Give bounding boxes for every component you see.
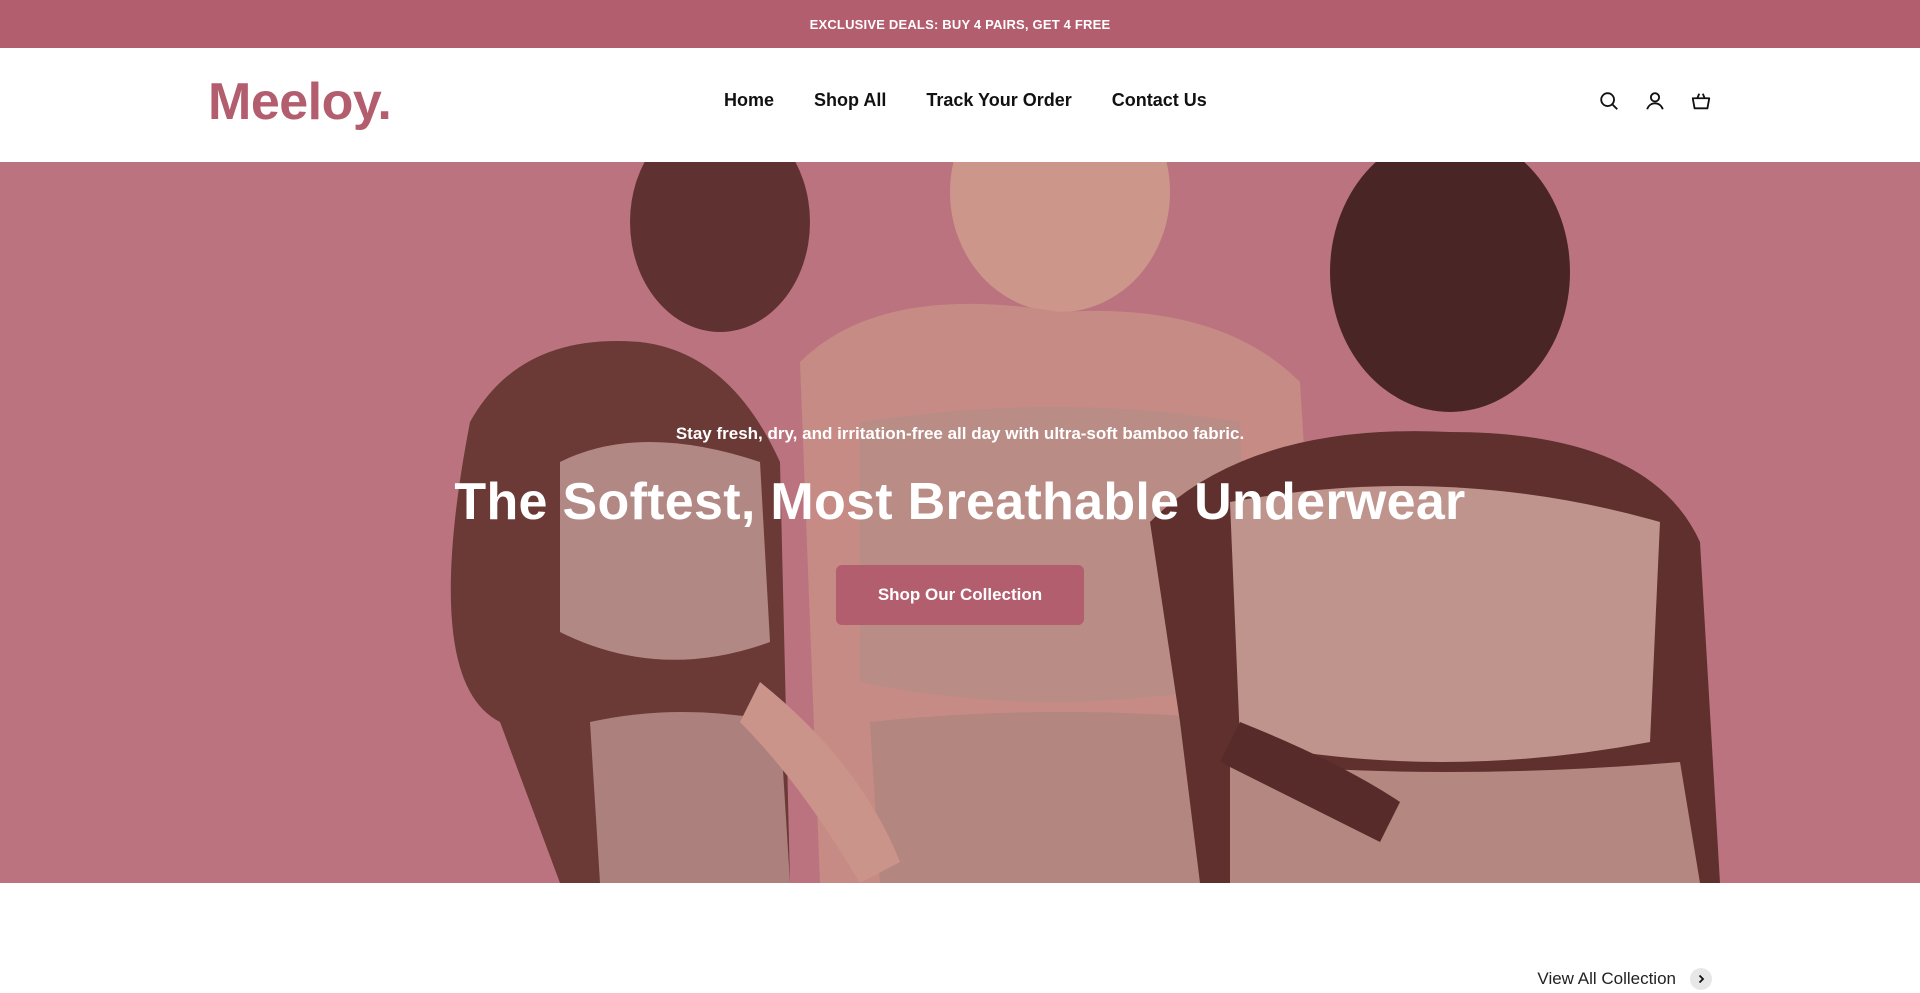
- shop-collection-button[interactable]: Shop Our Collection: [836, 565, 1084, 625]
- nav-track-order[interactable]: Track Your Order: [926, 90, 1071, 111]
- nav-shop-all[interactable]: Shop All: [814, 90, 886, 111]
- header-icons: [1598, 90, 1712, 112]
- search-icon[interactable]: [1598, 90, 1620, 112]
- hero-subtitle: Stay fresh, dry, and irritation-free all…: [675, 424, 1245, 443]
- hero-title: The Softest, Most Breathable Underwear: [454, 473, 1466, 531]
- account-icon[interactable]: [1644, 90, 1666, 112]
- hero-banner: Stay fresh, dry, and irritation-free all…: [0, 162, 1920, 883]
- nav-home[interactable]: Home: [724, 90, 774, 111]
- chevron-right-icon: [1690, 968, 1712, 990]
- view-all-label: View All Collection: [1537, 969, 1676, 988]
- main-nav: Home Shop All Track Your Order Contact U…: [724, 90, 1207, 111]
- announcement-bar: EXCLUSIVE DEALS: BUY 4 PAIRS, GET 4 FREE: [0, 0, 1920, 48]
- site-header: Meeloy. Home Shop All Track Your Order C…: [0, 48, 1920, 162]
- cart-icon[interactable]: [1690, 90, 1712, 112]
- view-all-collection-link[interactable]: View All Collection: [1537, 968, 1712, 990]
- logo[interactable]: Meeloy.: [208, 74, 392, 130]
- nav-contact-us[interactable]: Contact Us: [1112, 90, 1207, 111]
- announcement-text: EXCLUSIVE DEALS: BUY 4 PAIRS, GET 4 FREE: [809, 16, 1111, 32]
